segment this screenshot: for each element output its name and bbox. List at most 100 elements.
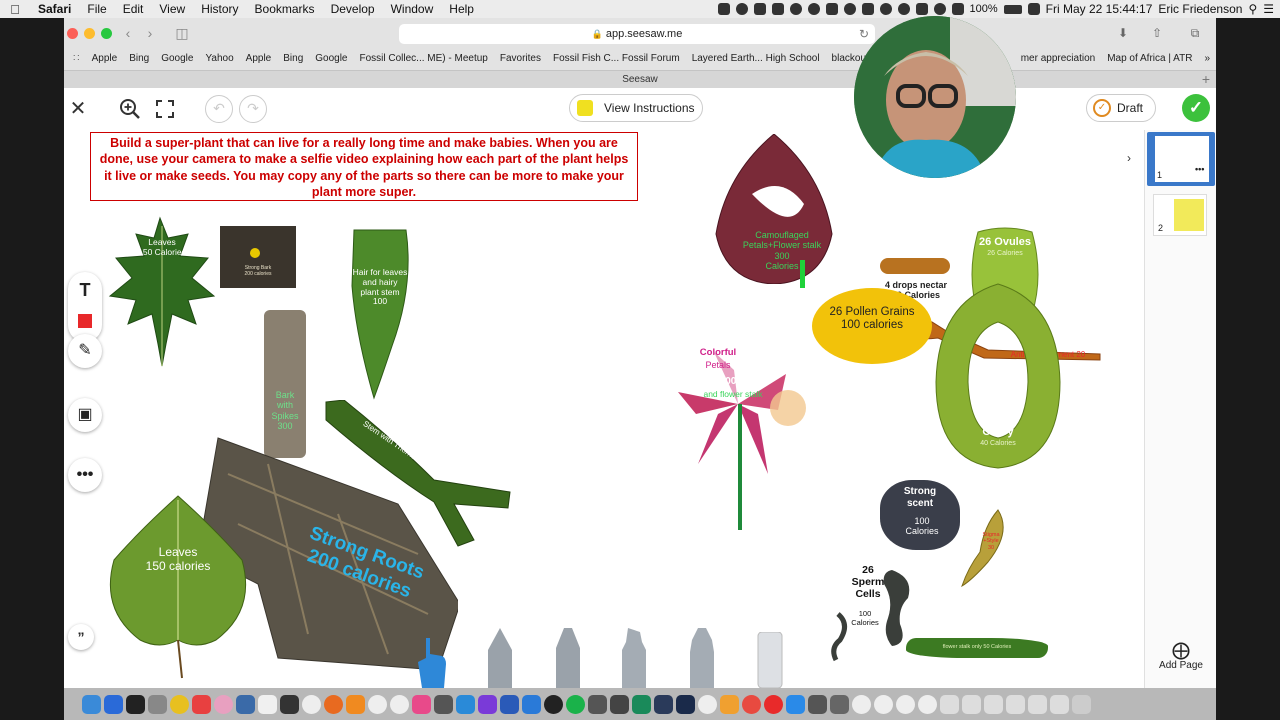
menu-window[interactable]: Window	[383, 2, 442, 16]
volume-icon[interactable]	[951, 3, 964, 15]
app-icon[interactable]	[544, 694, 563, 714]
tab-seesaw[interactable]: Seesaw	[622, 74, 658, 85]
reload-icon[interactable]: ↻	[859, 24, 869, 44]
apple-menu-icon[interactable]: 	[0, 2, 30, 17]
bookmark[interactable]: mer appreciation	[1015, 53, 1101, 64]
bookmark[interactable]: Bing	[123, 53, 155, 64]
app-icon[interactable]	[434, 694, 453, 714]
document-icon[interactable]	[1028, 694, 1047, 714]
bookmark[interactable]: Map of Africa | ATR	[1101, 53, 1198, 64]
wifi-icon[interactable]	[933, 3, 946, 15]
vlc-icon[interactable]	[720, 694, 739, 714]
hairy-leaf-image[interactable]: Hair for leaves and hairy plant stem 100	[344, 226, 416, 402]
zoom-in-icon[interactable]	[116, 95, 144, 123]
app-icon[interactable]	[280, 694, 299, 714]
spotlight-icon[interactable]: ⚲	[1248, 2, 1257, 16]
document-icon[interactable]	[1006, 694, 1025, 714]
add-page-button[interactable]: ⨁ Add Page	[1145, 640, 1216, 671]
question-icon[interactable]	[896, 694, 915, 714]
bookmark[interactable]: Apple	[86, 53, 124, 64]
oak-leaf-image[interactable]: Leaves 150 Calories	[108, 216, 216, 370]
creative-cloud-icon[interactable]	[807, 3, 820, 15]
question-icon[interactable]	[852, 694, 871, 714]
document-icon[interactable]	[940, 694, 959, 714]
stigma-style-image[interactable]: Stigma +Style 30	[958, 508, 1010, 588]
page-thumbnail-1[interactable]: 1 •••	[1147, 132, 1215, 186]
app-icon[interactable]	[808, 694, 827, 714]
question-icon[interactable]	[918, 694, 937, 714]
photos-icon[interactable]	[214, 694, 233, 714]
system-preferences-icon[interactable]	[148, 694, 167, 714]
calendar-icon[interactable]	[258, 694, 277, 714]
forward-icon[interactable]: ›	[140, 24, 160, 42]
sperm-cells-image[interactable]: 26 Sperm Cells 100 Calories	[828, 564, 918, 672]
menu-bookmarks[interactable]: Bookmarks	[247, 2, 323, 16]
pollen-grains-image[interactable]: 26 Pollen Grains 100 calories	[812, 288, 932, 364]
app-icon[interactable]	[610, 694, 629, 714]
status-app-icon[interactable]	[825, 3, 838, 15]
trash-icon[interactable]	[1072, 694, 1091, 714]
more-options-button[interactable]: •••	[68, 458, 102, 492]
bookmark[interactable]: Yahoo	[199, 53, 239, 64]
close-icon[interactable]: ✕	[64, 95, 92, 123]
menu-view[interactable]: View	[151, 2, 193, 16]
finder-icon[interactable]	[82, 694, 101, 714]
question-icon[interactable]	[302, 694, 321, 714]
user-name[interactable]: Eric Friedenson	[1158, 2, 1242, 16]
bookmark[interactable]: Google	[309, 53, 353, 64]
question-icon[interactable]	[368, 694, 387, 714]
eraser-tool-icon[interactable]	[756, 631, 784, 688]
menu-edit[interactable]: Edit	[115, 2, 152, 16]
strong-scent-image[interactable]: Strong scent 100 Calories	[880, 480, 960, 550]
drawing-canvas[interactable]: Build a super-plant that can live for a …	[88, 130, 1144, 688]
status-app-icon[interactable]	[843, 3, 856, 15]
menu-safari[interactable]: Safari	[30, 2, 79, 16]
app-icon[interactable]	[830, 694, 849, 714]
quote-button[interactable]: ”	[68, 624, 94, 650]
grid-icon[interactable]: ∷	[67, 53, 86, 64]
close-window-button[interactable]	[67, 28, 78, 39]
battery-percent[interactable]: 100%	[970, 3, 998, 15]
back-icon[interactable]: ‹	[118, 24, 138, 42]
status-app-icon[interactable]	[861, 3, 874, 15]
app-icon[interactable]	[456, 694, 475, 714]
status-app-icon[interactable]	[717, 3, 730, 15]
pencil-tool-icon[interactable]	[486, 628, 514, 688]
flag-icon[interactable]	[1027, 3, 1040, 15]
app-icon[interactable]	[588, 694, 607, 714]
app-store-icon[interactable]	[104, 694, 123, 714]
bookmark[interactable]: Bing	[277, 53, 309, 64]
zoom-app-icon[interactable]	[786, 694, 805, 714]
books-icon[interactable]	[346, 694, 365, 714]
view-instructions-button[interactable]: View Instructions	[569, 94, 703, 122]
bookmark[interactable]: Favorites	[494, 53, 547, 64]
crayon-tool-icon[interactable]	[554, 628, 582, 688]
lily-flower-image[interactable]: Colorful Petals 200 and flower stalk	[668, 344, 808, 534]
share-icon[interactable]: ⇧	[1146, 24, 1168, 42]
flower-stalk-image[interactable]: flower stalk only 50 Calories	[906, 638, 1048, 658]
menu-help[interactable]: Help	[441, 2, 482, 16]
app-icon[interactable]	[522, 694, 541, 714]
lightroom-icon[interactable]	[654, 694, 673, 714]
control-center-icon[interactable]: ☰	[1263, 2, 1274, 16]
menu-file[interactable]: File	[79, 2, 114, 16]
document-icon[interactable]	[962, 694, 981, 714]
marker-tool-icon[interactable]	[620, 628, 648, 688]
sidebar-icon[interactable]: ◫	[172, 24, 192, 42]
bluetooth-icon[interactable]	[915, 3, 928, 15]
document-icon[interactable]	[984, 694, 1003, 714]
status-app-icon[interactable]	[879, 3, 892, 15]
app-icon[interactable]	[764, 694, 783, 714]
bookmark[interactable]: Apple	[240, 53, 278, 64]
ovary-image[interactable]: Ovary 40 Calories	[932, 282, 1064, 470]
more-bookmarks-icon[interactable]: »	[1198, 53, 1216, 64]
status-app-icon[interactable]	[771, 3, 784, 15]
bookmark[interactable]: Fossil Collec... ME) - Meetup	[354, 53, 494, 64]
chevron-right-icon[interactable]: ›	[1127, 151, 1131, 165]
time-machine-icon[interactable]	[897, 3, 910, 15]
heart-leaf-image[interactable]: Leaves 150 calories	[106, 490, 250, 680]
music-icon[interactable]	[412, 694, 431, 714]
undo-icon[interactable]: ↶	[205, 95, 233, 123]
tabs-overview-icon[interactable]: ⧉	[1184, 24, 1206, 42]
menu-history[interactable]: History	[193, 2, 246, 16]
